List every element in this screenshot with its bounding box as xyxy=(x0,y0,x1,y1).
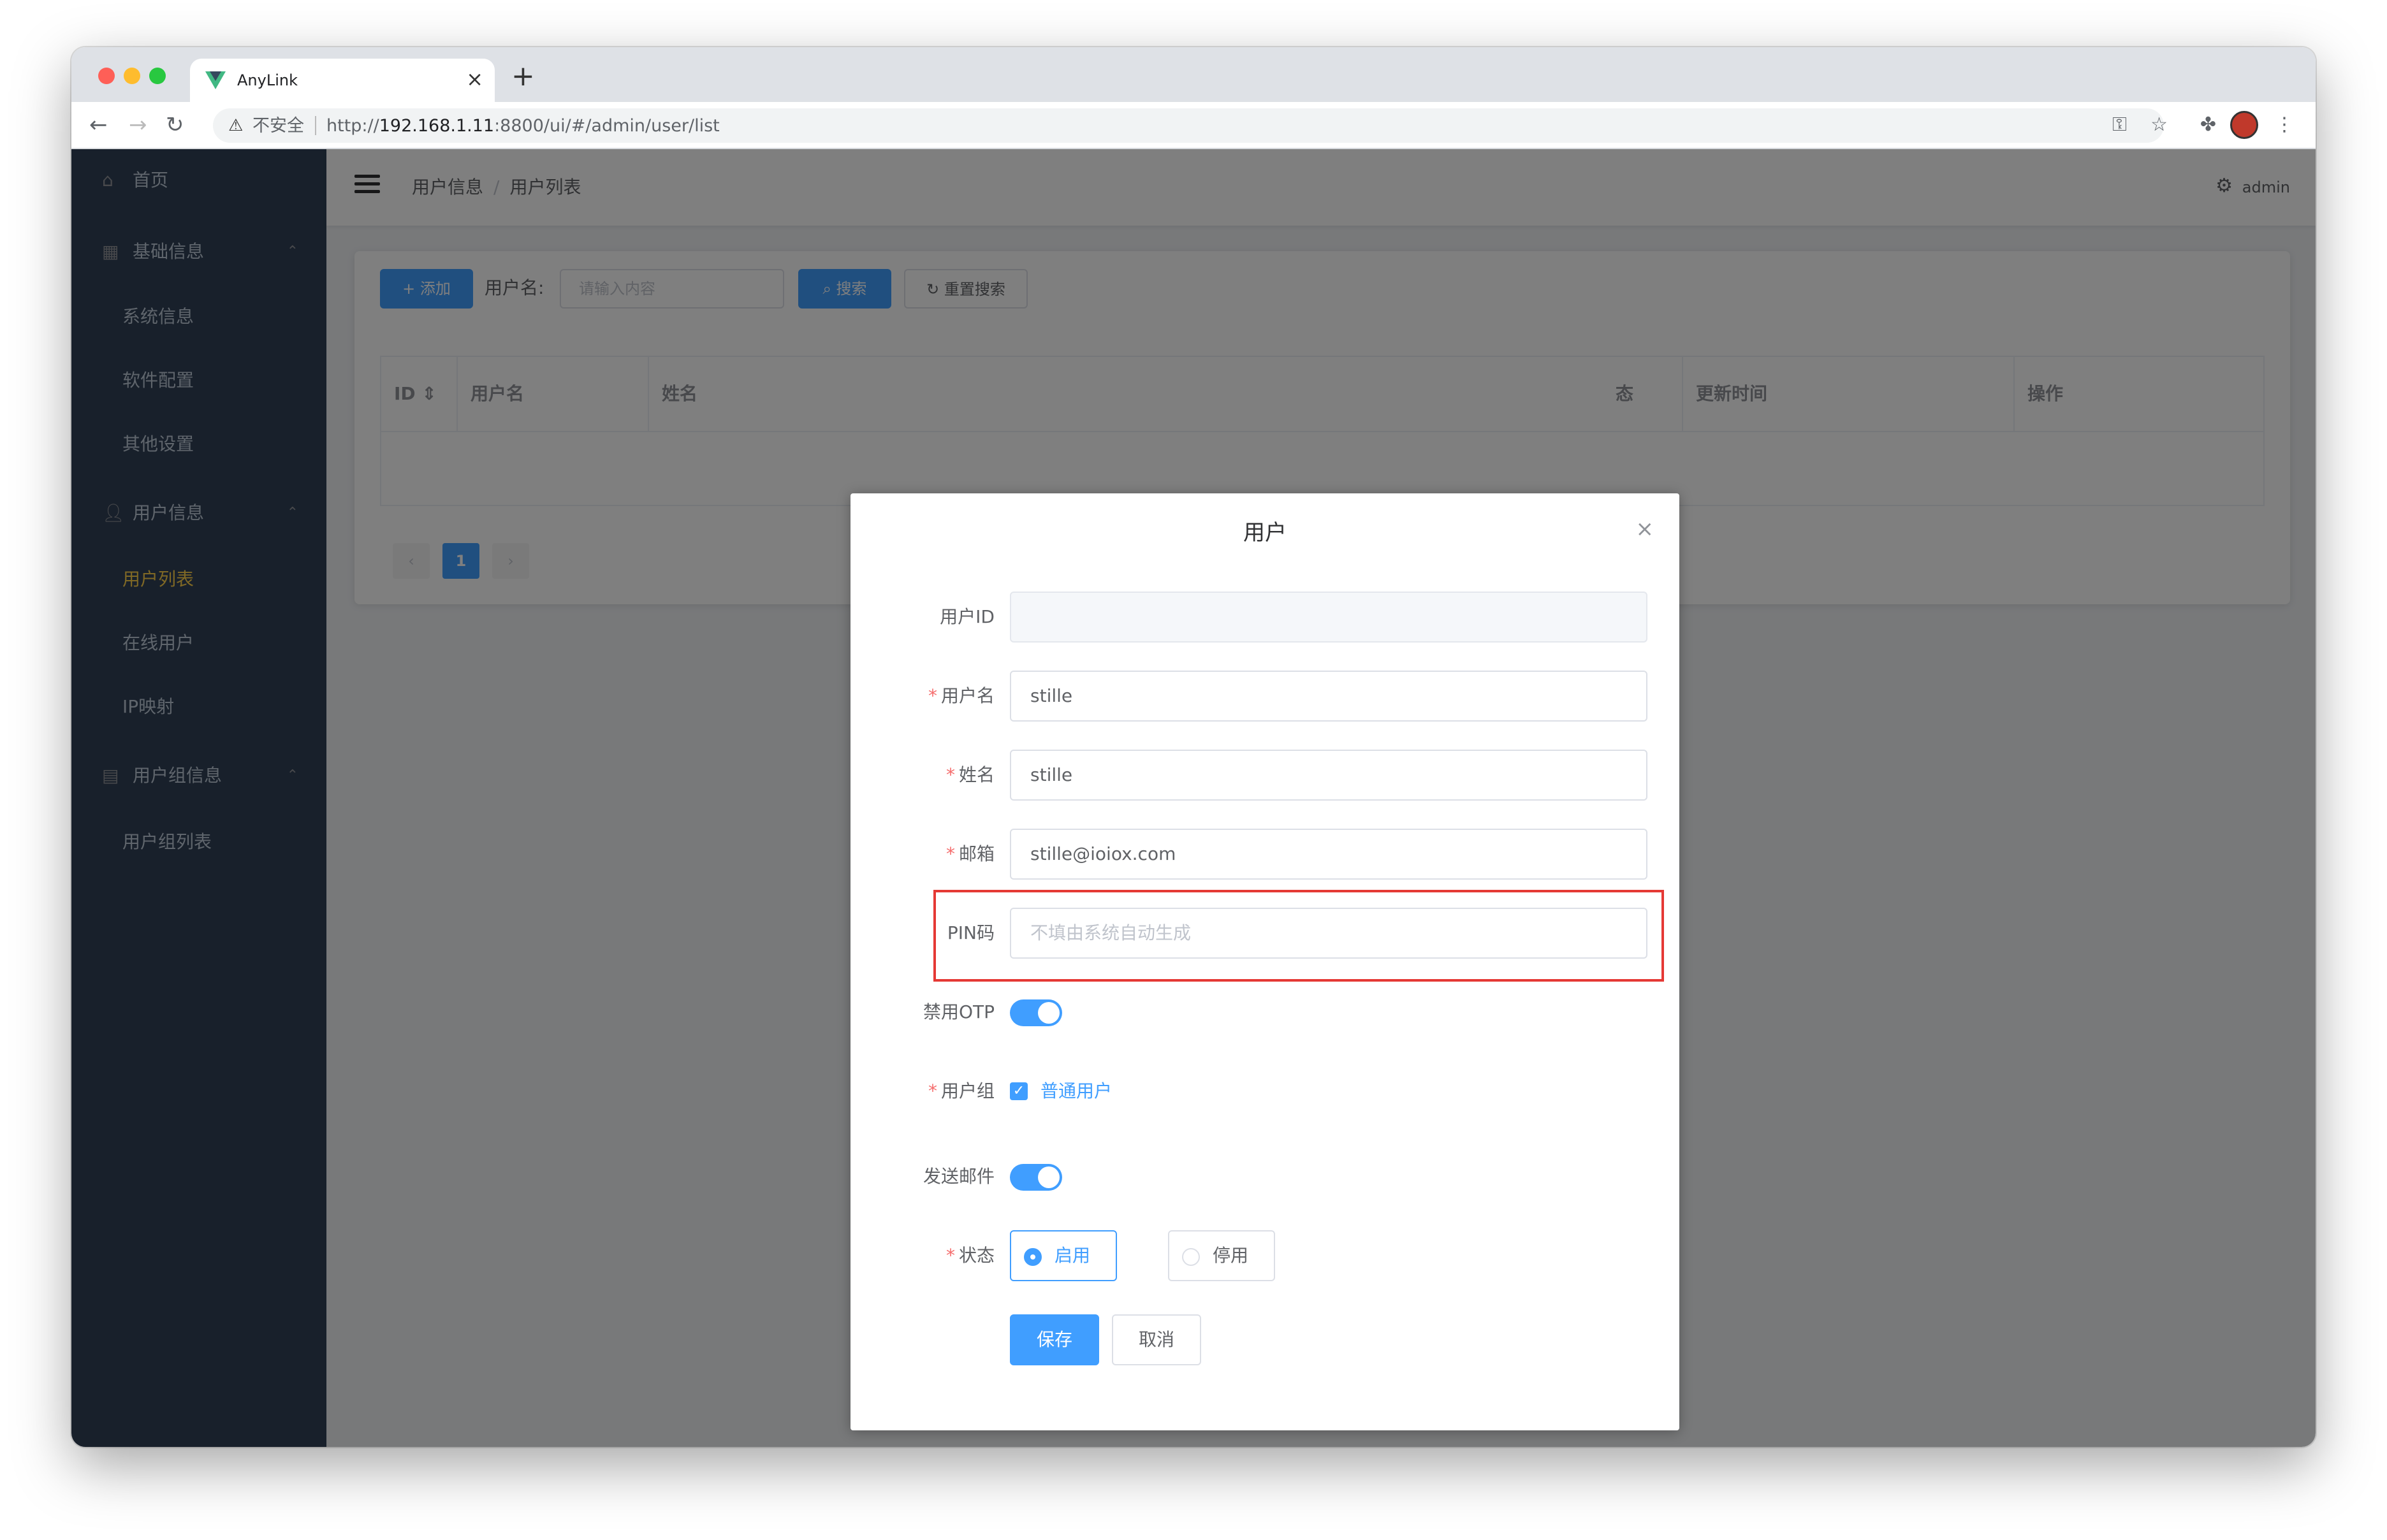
warning-icon: ⚠ xyxy=(228,116,244,135)
disable-otp-label: 禁用OTP xyxy=(923,1001,995,1022)
radio-label: 启用 xyxy=(1055,1245,1091,1266)
divider xyxy=(315,116,316,135)
group-option-label[interactable]: 普通用户 xyxy=(1040,1080,1112,1103)
toggle-knob xyxy=(1038,1166,1060,1188)
back-icon[interactable]: ← xyxy=(89,111,108,139)
address-bar[interactable]: ⚠ 不安全 http://192.168.1.11:8800/ui/#/admi… xyxy=(213,108,2164,143)
disable-otp-toggle[interactable] xyxy=(1010,999,1062,1026)
user-id-field xyxy=(1010,592,1647,643)
pin-label: PIN码 xyxy=(947,922,995,943)
browser-toolbar: ← → ↻ ⚠ 不安全 http://192.168.1.11:8800/ui/… xyxy=(71,102,2316,149)
username-label: * 用户名 xyxy=(928,685,995,706)
send-email-toggle[interactable] xyxy=(1010,1164,1062,1191)
vue-logo-icon xyxy=(205,71,226,89)
new-tab-button[interactable]: + xyxy=(511,57,535,96)
app-root: ⌂ 首页 ▦ 基础信息 ⌃ 系统信息 软件配置 其他设置 👤︎ 用户信息 ⌃ xyxy=(71,149,2316,1447)
name-label: * 姓名 xyxy=(945,764,995,785)
tab-bar: AnyLink × + xyxy=(71,47,2316,102)
status-enable-radio[interactable]: 启用 xyxy=(1010,1230,1117,1281)
browser-tab[interactable]: AnyLink × xyxy=(190,59,495,102)
insecure-label: 不安全 xyxy=(252,116,304,136)
radio-label: 停用 xyxy=(1213,1245,1249,1266)
group-label: * 用户组 xyxy=(928,1080,995,1101)
user-dialog: 用户 × 用户ID * 用户名 stille * 姓名 stille * 邮箱 sti… xyxy=(850,493,1679,1430)
maximize-window-button[interactable] xyxy=(149,68,166,84)
star-icon[interactable]: ☆ xyxy=(2150,111,2168,139)
key-icon[interactable]: ⚿ xyxy=(2112,111,2127,139)
username-field[interactable]: stille xyxy=(1010,671,1647,722)
status-label: * 状态 xyxy=(945,1245,995,1266)
forward-icon[interactable]: → xyxy=(129,111,147,139)
email-field[interactable]: stille@ioiox.com xyxy=(1010,829,1647,880)
extensions-icon[interactable]: ✤ xyxy=(2200,111,2216,139)
group-checkbox[interactable]: ✓ xyxy=(1010,1082,1028,1100)
close-icon[interactable]: × xyxy=(1636,516,1654,542)
tab-close-icon[interactable]: × xyxy=(466,66,483,92)
cancel-button[interactable]: 取消 xyxy=(1112,1314,1201,1365)
reload-icon[interactable]: ↻ xyxy=(166,111,184,139)
tab-title: AnyLink xyxy=(237,71,298,89)
minimize-window-button[interactable] xyxy=(124,68,140,84)
user-id-label: 用户ID xyxy=(940,606,995,627)
dialog-title: 用户 xyxy=(1243,520,1287,546)
status-disable-radio[interactable]: 停用 xyxy=(1168,1230,1275,1281)
name-field[interactable]: stille xyxy=(1010,750,1647,801)
profile-avatar[interactable] xyxy=(2230,111,2258,139)
send-email-label: 发送邮件 xyxy=(923,1166,995,1187)
save-button[interactable]: 保存 xyxy=(1010,1314,1099,1365)
pin-field[interactable]: 不填由系统自动生成 xyxy=(1010,908,1647,959)
menu-dots-icon[interactable]: ⋮ xyxy=(2275,111,2294,139)
url-text: http://192.168.1.11:8800/ui/#/admin/user… xyxy=(326,116,720,136)
radio-dot xyxy=(1024,1248,1042,1266)
toggle-knob xyxy=(1038,1002,1060,1024)
radio-dot xyxy=(1182,1248,1200,1266)
close-window-button[interactable] xyxy=(98,68,115,84)
email-label: * 邮箱 xyxy=(945,843,995,864)
browser-window: AnyLink × + ← → ↻ ⚠ 不安全 http://192.168.1… xyxy=(71,47,2316,1447)
